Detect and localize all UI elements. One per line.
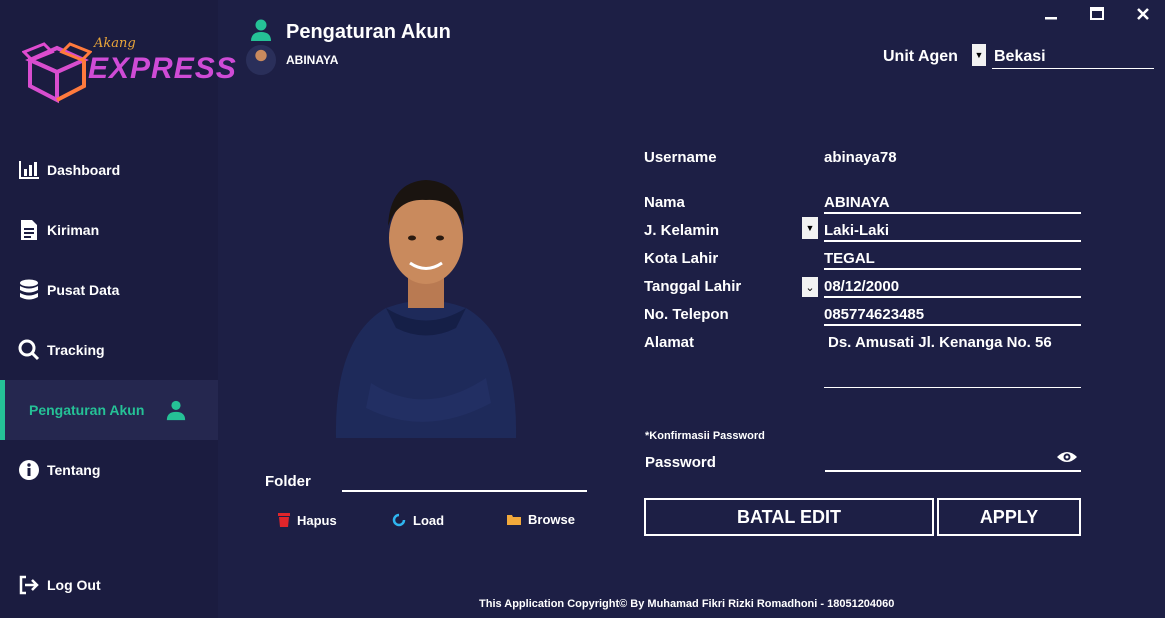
minimize-icon	[1045, 17, 1057, 20]
avatar	[246, 45, 276, 75]
copyright-footer: This Application Copyright© By Muhamad F…	[479, 598, 895, 610]
tanggal-lahir-field[interactable]: 08/12/2000	[824, 278, 1081, 298]
folder-label: Folder	[265, 473, 311, 490]
password-label: Password	[645, 454, 716, 471]
hapus-label: Hapus	[297, 512, 337, 528]
nama-field[interactable]: ABINAYA	[824, 194, 1081, 214]
load-button[interactable]: Load	[391, 512, 444, 528]
unit-agen-value[interactable]: Bekasi	[992, 48, 1154, 69]
folder-input[interactable]	[342, 470, 587, 492]
folder-icon	[506, 513, 522, 526]
sidebar-item-tentang[interactable]: Tentang	[0, 442, 218, 498]
sidebar-item-label: Pengaturan Akun	[29, 402, 145, 418]
batal-edit-button[interactable]: BATAL EDIT	[644, 498, 934, 536]
chevron-down-icon: ▼	[974, 50, 984, 60]
database-icon	[18, 279, 40, 301]
browse-label: Browse	[528, 512, 575, 527]
alamat-label: Alamat	[644, 334, 695, 351]
sidebar-item-label: Tentang	[47, 462, 101, 478]
kelamin-field[interactable]: Laki-Laki	[824, 222, 1081, 242]
browse-button[interactable]: Browse	[506, 512, 575, 527]
sidebar-item-label: Kiriman	[47, 222, 100, 238]
eye-icon[interactable]	[1056, 449, 1078, 470]
unit-agen-label: Unit Agen	[883, 48, 958, 65]
sidebar-item-tracking[interactable]: Tracking	[0, 322, 218, 378]
nama-label: Nama	[644, 194, 685, 211]
alamat-field[interactable]: Ds. Amusati Jl. Kenanga No. 56	[824, 332, 1081, 388]
hapus-button[interactable]: Hapus	[277, 512, 337, 528]
header-username: ABINAYA	[286, 53, 339, 67]
sidebar-item-pusat-data[interactable]: Pusat Data	[0, 262, 218, 318]
logout-icon	[18, 574, 40, 596]
search-icon	[18, 339, 40, 361]
maximize-button[interactable]	[1087, 6, 1107, 22]
telepon-label: No. Telepon	[644, 306, 729, 323]
sidebar-item-pengaturan-akun[interactable]: Pengaturan Akun	[0, 380, 218, 440]
chevron-down-icon: ▼	[805, 223, 815, 233]
password-input[interactable]	[825, 446, 1081, 472]
logout-button[interactable]: Log Out	[0, 557, 218, 613]
maximize-icon	[1090, 7, 1104, 20]
chevron-down-icon: ⌄	[805, 281, 815, 294]
refresh-icon	[391, 512, 407, 528]
sidebar-item-label: Tracking	[47, 342, 105, 358]
app-logo: Akang EXPRESS	[22, 34, 236, 106]
kota-lahir-label: Kota Lahir	[644, 250, 719, 267]
kota-lahir-field[interactable]: TEGAL	[824, 250, 1081, 270]
minimize-button[interactable]	[1041, 6, 1061, 22]
sidebar-item-dashboard[interactable]: Dashboard	[0, 142, 218, 198]
logo-name-text: EXPRESS	[88, 52, 237, 85]
profile-photo	[326, 168, 526, 438]
konfirmasi-password-label: *Konfirmasii Password	[645, 430, 765, 442]
document-icon	[18, 219, 40, 241]
load-label: Load	[413, 512, 445, 528]
username-value: abinaya78	[824, 149, 897, 166]
apply-button[interactable]: APPLY	[937, 498, 1081, 536]
unit-agen-dropdown[interactable]: ▼	[972, 44, 986, 66]
logout-label: Log Out	[47, 577, 101, 593]
kelamin-label: J. Kelamin	[644, 222, 720, 239]
date-picker-button[interactable]: ⌄	[802, 277, 818, 297]
box-logo-icon	[22, 42, 92, 104]
close-button[interactable]	[1133, 6, 1153, 22]
kelamin-dropdown[interactable]: ▼	[802, 217, 818, 239]
username-label: Username	[644, 149, 717, 166]
info-icon	[18, 459, 40, 481]
sidebar-item-kiriman[interactable]: Kiriman	[0, 202, 218, 258]
sidebar-item-label: Dashboard	[47, 162, 121, 178]
sidebar: Akang EXPRESS Dashboard Kiriman Pusat Da…	[0, 0, 236, 618]
user-icon	[165, 399, 187, 421]
tanggal-lahir-label: Tanggal Lahir	[644, 278, 742, 295]
close-icon	[1137, 8, 1149, 20]
logo-script-text: Akang	[94, 36, 136, 51]
bar-chart-icon	[18, 159, 40, 181]
telepon-field[interactable]: 085774623485	[824, 306, 1081, 326]
trash-icon	[277, 512, 291, 528]
page-title: Pengaturan Akun	[286, 21, 451, 43]
sidebar-item-label: Pusat Data	[47, 282, 120, 298]
user-header-icon	[250, 18, 272, 47]
